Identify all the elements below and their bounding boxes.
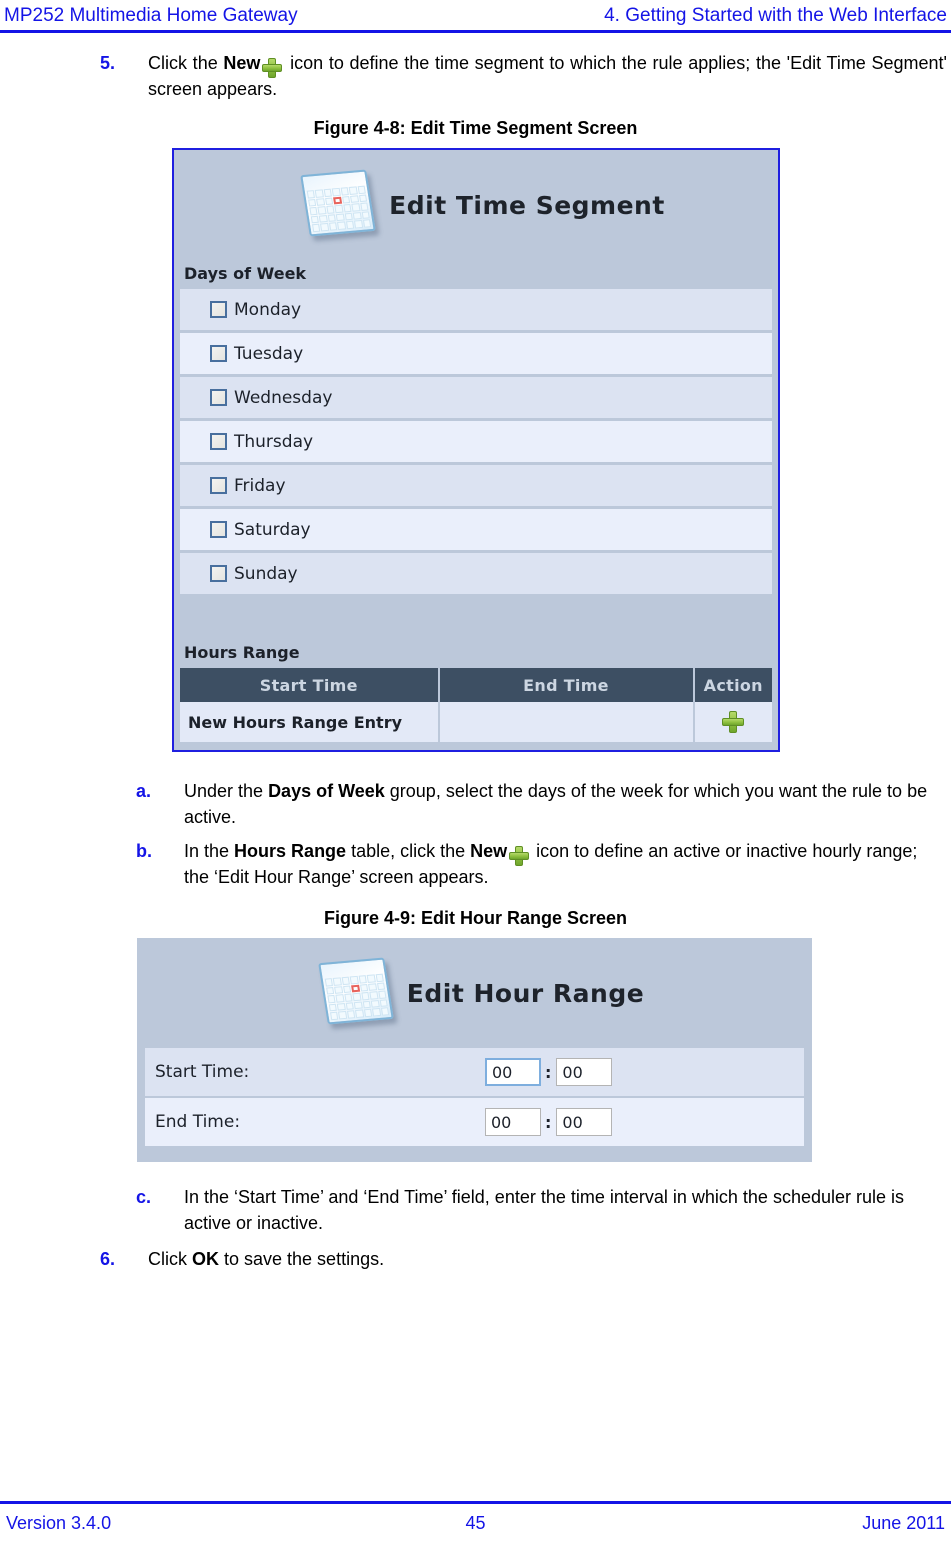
- step-b: b. In the Hours Range table, click the N…: [0, 838, 951, 890]
- step-6-bold-ok: OK: [192, 1249, 219, 1269]
- step-b-bold-hours-range: Hours Range: [234, 841, 347, 861]
- footer-version: Version 3.4.0: [6, 1512, 112, 1533]
- step-b-bold-new: New: [470, 841, 508, 861]
- figure-4-9-caption: Figure 4-9: Edit Hour Range Screen: [323, 908, 628, 928]
- end-time-label: End Time:: [155, 1112, 241, 1132]
- checkbox-friday[interactable]: [210, 477, 227, 494]
- step-b-marker: b.: [136, 841, 152, 861]
- day-row-tuesday[interactable]: Tuesday: [180, 333, 772, 377]
- step-a-text-before: Under the: [184, 781, 269, 801]
- page-running-footer: Version 3.4.0 45 June 2011: [0, 1508, 951, 1538]
- day-label-tuesday: Tuesday: [234, 343, 304, 364]
- checkbox-monday[interactable]: [210, 301, 227, 318]
- document-page: MP252 Multimedia Home Gateway 4. Getting…: [0, 0, 951, 1546]
- days-of-week-group-title: Days of Week: [174, 260, 778, 289]
- start-time-row: Start Time: 00 : 00: [145, 1048, 804, 1098]
- day-label-saturday: Saturday: [234, 519, 311, 540]
- edit-time-segment-header: Edit Time Segment: [174, 150, 778, 260]
- table-header-row: Start Time End Time Action: [180, 668, 772, 702]
- calendar-icon: [297, 168, 376, 242]
- column-header-end-time: End Time: [438, 668, 695, 702]
- step-5-marker: 5.: [100, 53, 116, 73]
- day-row-thursday[interactable]: Thursday: [180, 421, 772, 465]
- step-b-text: In the Hours Range table, click the New …: [184, 838, 947, 890]
- group-spacer: [174, 597, 778, 639]
- step-6-text: Click OK to save the settings.: [148, 1246, 947, 1272]
- step-6: 6. Click OK to save the settings.: [0, 1246, 951, 1272]
- header-chapter-title: 4. Getting Started with the Web Interfac…: [604, 5, 947, 26]
- cell-end-time: [438, 702, 695, 742]
- footer-page-number: 45: [465, 1512, 486, 1533]
- step-5-text-before: Click the: [148, 53, 224, 73]
- figure-4-8-screenshot: Edit Time Segment Days of Week Monday Tu…: [172, 148, 780, 752]
- day-label-friday: Friday: [234, 475, 286, 496]
- header-document-title: MP252 Multimedia Home Gateway: [4, 5, 298, 26]
- page-running-header: MP252 Multimedia Home Gateway 4. Getting…: [0, 0, 951, 34]
- step-a: a. Under the Days of Week group, select …: [0, 778, 951, 830]
- start-time-label: Start Time:: [155, 1062, 250, 1082]
- cell-action[interactable]: [693, 702, 772, 742]
- figure-4-9-bottom-pad: [137, 1148, 812, 1162]
- hours-range-group-title: Hours Range: [174, 639, 778, 668]
- header-divider: [0, 30, 951, 33]
- footer-date: June 2011: [862, 1512, 945, 1533]
- start-time-hours-input[interactable]: 00: [485, 1058, 541, 1086]
- column-header-action: Action: [693, 668, 772, 702]
- day-row-friday[interactable]: Friday: [180, 465, 772, 509]
- step-a-bold: Days of Week: [268, 781, 385, 801]
- page-content: 5. Click the New icon to define the time…: [0, 50, 951, 1272]
- table-row[interactable]: New Hours Range Entry: [180, 702, 772, 742]
- day-row-wednesday[interactable]: Wednesday: [180, 377, 772, 421]
- start-time-minutes-input[interactable]: 00: [556, 1058, 613, 1086]
- step-5-text: Click the New icon to define the time se…: [148, 50, 947, 102]
- edit-hour-range-title: Edit Hour Range: [406, 978, 645, 1008]
- checkbox-wednesday[interactable]: [210, 389, 227, 406]
- step-a-marker: a.: [136, 781, 152, 801]
- step-5: 5. Click the New icon to define the time…: [0, 50, 951, 102]
- end-time-separator: :: [545, 1112, 552, 1132]
- step-5-bold-new: New: [223, 53, 261, 73]
- new-plus-icon: [262, 54, 283, 79]
- calendar-icon: [315, 956, 394, 1030]
- step-6-text-before: Click: [148, 1249, 192, 1269]
- step-6-text-after: to save the settings.: [219, 1249, 385, 1269]
- end-time-row: End Time: 00 : 00: [145, 1098, 804, 1148]
- day-label-thursday: Thursday: [234, 431, 314, 452]
- checkbox-sunday[interactable]: [210, 565, 227, 582]
- edit-hour-range-header: Edit Hour Range: [137, 938, 812, 1048]
- checkbox-saturday[interactable]: [210, 521, 227, 538]
- new-plus-icon[interactable]: [721, 711, 744, 733]
- column-header-start-time: Start Time: [180, 668, 440, 702]
- figure-4-8-caption: Figure 4-8: Edit Time Segment Screen: [313, 118, 638, 138]
- new-plus-icon: [509, 842, 530, 867]
- step-c: c. In the ‘Start Time’ and ‘End Time’ fi…: [0, 1184, 951, 1236]
- day-label-wednesday: Wednesday: [234, 387, 333, 408]
- step-c-marker: c.: [136, 1187, 152, 1207]
- checkbox-tuesday[interactable]: [210, 345, 227, 362]
- day-row-monday[interactable]: Monday: [180, 289, 772, 333]
- start-time-separator: :: [545, 1062, 552, 1082]
- footer-divider: [0, 1501, 951, 1504]
- step-b-text-before: In the: [184, 841, 235, 861]
- day-label-monday: Monday: [234, 299, 302, 320]
- edit-time-segment-title: Edit Time Segment: [389, 190, 665, 220]
- checkbox-thursday[interactable]: [210, 433, 227, 450]
- day-label-sunday: Sunday: [234, 563, 298, 584]
- step-6-marker: 6.: [100, 1249, 116, 1269]
- end-time-hours-input[interactable]: 00: [485, 1108, 541, 1136]
- step-a-text: Under the Days of Week group, select the…: [184, 778, 947, 830]
- step-c-text: In the ‘Start Time’ and ‘End Time’ field…: [184, 1187, 905, 1233]
- day-row-sunday[interactable]: Sunday: [180, 553, 772, 597]
- step-b-text-mid: table, click the: [346, 841, 471, 861]
- hours-range-table: Start Time End Time Action New Hours Ran…: [180, 668, 772, 742]
- figure-4-9-screenshot: Edit Hour Range Start Time: 00 : 00 End …: [137, 938, 812, 1162]
- cell-new-hours-range-entry[interactable]: New Hours Range Entry: [180, 702, 440, 742]
- end-time-minutes-input[interactable]: 00: [556, 1108, 613, 1136]
- day-row-saturday[interactable]: Saturday: [180, 509, 772, 553]
